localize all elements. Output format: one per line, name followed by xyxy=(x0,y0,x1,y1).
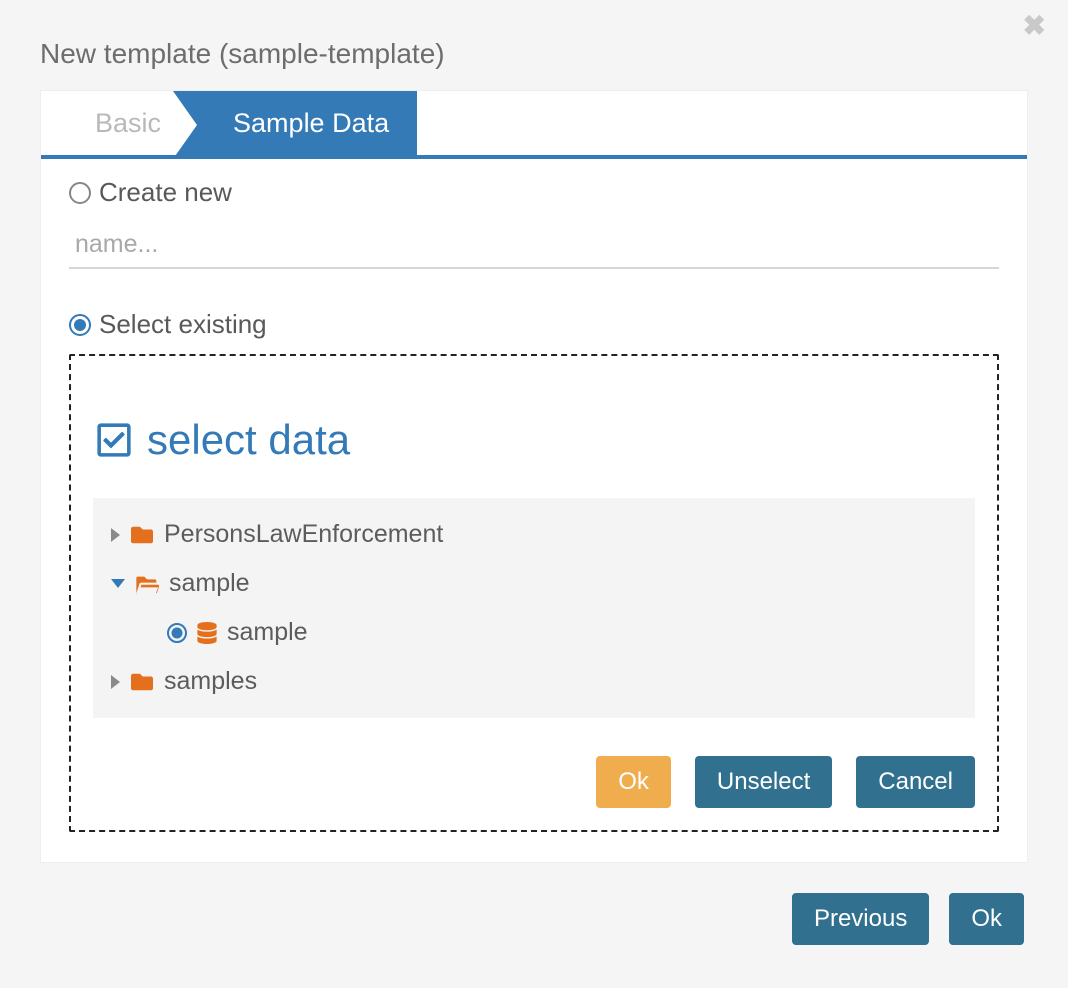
dialog-footer: Previous Ok xyxy=(40,893,1028,945)
folder-open-icon xyxy=(135,573,159,595)
radio-selected-icon xyxy=(167,623,187,643)
tree-item-samples[interactable]: samples xyxy=(111,657,963,706)
tree-item-sample[interactable]: sample xyxy=(111,559,963,608)
data-tree: PersonsLawEnforcement sample sample xyxy=(93,498,975,718)
cancel-button[interactable]: Cancel xyxy=(856,756,975,808)
dialog-panel: Basic Sample Data Create new Select exis… xyxy=(40,90,1028,863)
select-data-panel: select data PersonsLawEnforcement sample xyxy=(69,354,999,832)
radio-unselected-icon xyxy=(69,182,91,204)
wizard-tabs: Basic Sample Data xyxy=(41,91,1027,159)
tree-label: samples xyxy=(164,667,257,696)
tab-basic[interactable]: Basic xyxy=(59,91,187,155)
option-create-new[interactable]: Create new xyxy=(69,177,999,208)
tree-label: sample xyxy=(227,618,308,647)
check-square-icon xyxy=(95,421,133,459)
option-select-existing[interactable]: Select existing xyxy=(69,309,999,340)
dialog-title: New template (sample-template) xyxy=(40,38,1028,70)
select-data-title-text: select data xyxy=(147,416,350,464)
caret-right-icon xyxy=(111,675,120,689)
tree-label: PersonsLawEnforcement xyxy=(164,520,443,549)
tree-label: sample xyxy=(169,569,250,598)
ok-button-inner[interactable]: Ok xyxy=(596,756,671,808)
unselect-button[interactable]: Unselect xyxy=(695,756,832,808)
close-icon[interactable]: ✖ xyxy=(1023,12,1046,40)
caret-down-icon xyxy=(111,579,125,588)
ok-button[interactable]: Ok xyxy=(949,893,1024,945)
radio-selected-icon xyxy=(69,314,91,336)
name-input[interactable] xyxy=(69,220,999,269)
database-icon xyxy=(197,622,217,644)
create-new-label: Create new xyxy=(99,177,232,208)
caret-right-icon xyxy=(111,528,120,542)
select-data-title: select data xyxy=(93,416,975,464)
folder-icon xyxy=(130,524,154,546)
select-data-buttons: Ok Unselect Cancel xyxy=(93,756,975,808)
select-existing-label: Select existing xyxy=(99,309,267,340)
tab-sample-data-label: Sample Data xyxy=(233,108,389,139)
tree-item-sample-child[interactable]: sample xyxy=(111,608,963,657)
previous-button[interactable]: Previous xyxy=(792,893,929,945)
tab-sample-data[interactable]: Sample Data xyxy=(197,91,415,155)
tab-basic-label: Basic xyxy=(95,108,161,139)
folder-icon xyxy=(130,671,154,693)
tree-item-persons[interactable]: PersonsLawEnforcement xyxy=(111,510,963,559)
